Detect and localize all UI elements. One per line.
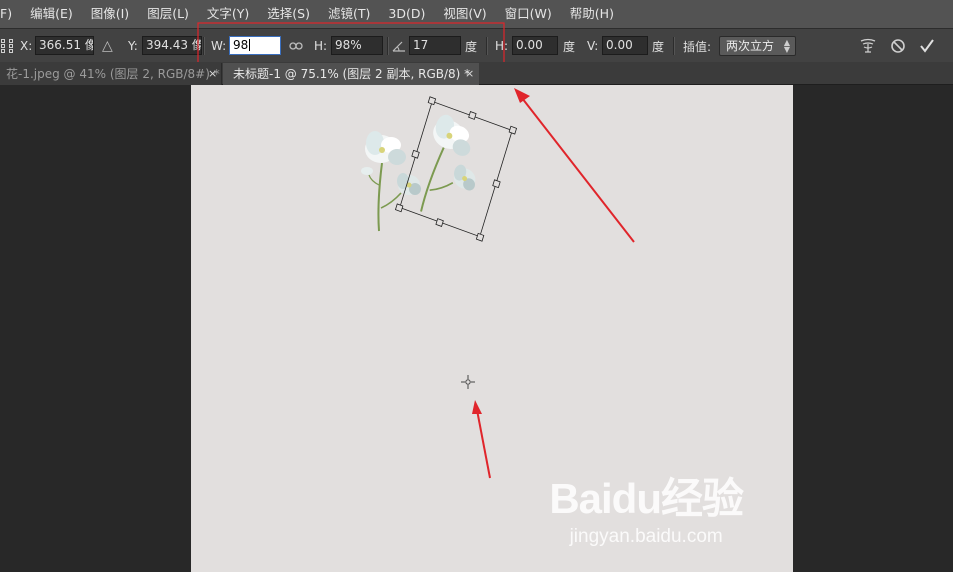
vertical-skew-field[interactable]: 0.00 [602, 36, 648, 55]
interpolation-select[interactable]: 两次立方 ▲ ▼ [719, 36, 796, 56]
select-arrows-icon: ▲ ▼ [783, 38, 790, 54]
horizontal-skew-field[interactable]: 0.00 [512, 36, 558, 55]
menu-image[interactable]: 图像(I) [82, 0, 138, 28]
x-label: X: [20, 39, 33, 53]
horizontal-skew-unit: 度 [563, 39, 576, 54]
menu-layer[interactable]: 图层(L) [138, 0, 198, 28]
tab-document-1-label: 花-1.jpeg @ 41% (图层 2, RGB/8#) * [6, 67, 220, 81]
y-position-field[interactable]: 394.43 像素 [142, 36, 202, 55]
pivot-crosshair-icon[interactable] [461, 375, 475, 389]
vertical-skew-unit: 度 [652, 39, 665, 54]
commit-transform-icon[interactable] [917, 36, 937, 56]
document-canvas[interactable]: Baidu经验 jingyan.baidu.com [191, 85, 793, 572]
cancel-transform-icon[interactable] [888, 36, 908, 56]
transform-options-bar: X: 366.51 像素 △ Y: 394.43 像素 W: 98 H: 98%… [0, 22, 953, 66]
tab-document-1-close-icon[interactable]: × [208, 63, 217, 85]
tab-document-1[interactable]: 花-1.jpeg @ 41% (图层 2, RGB/8#) * × [0, 63, 222, 85]
interpolation-value: 两次立方 [726, 39, 775, 53]
warp-mode-icon[interactable] [858, 36, 878, 56]
divider [673, 37, 674, 55]
watermark: Baidu经验 jingyan.baidu.com [549, 465, 744, 548]
x-position-field[interactable]: 366.51 像素 [35, 36, 94, 55]
relative-position-icon[interactable]: △ [102, 29, 113, 63]
menu-edit[interactable]: 编辑(E) [21, 0, 82, 28]
tab-document-2-label: 未标题-1 @ 75.1% (图层 2 副本, RGB/8) * [233, 67, 471, 81]
menu-file[interactable]: F) [0, 0, 21, 28]
document-tab-bar: 花-1.jpeg @ 41% (图层 2, RGB/8#) * × 未标题-1 … [0, 62, 953, 85]
watermark-url: jingyan.baidu.com [569, 526, 723, 547]
menu-help[interactable]: 帮助(H) [561, 0, 623, 28]
watermark-brand: Baidu经验 [549, 475, 744, 522]
tab-document-2-close-icon[interactable]: × [465, 63, 474, 85]
tab-document-2[interactable]: 未标题-1 @ 75.1% (图层 2 副本, RGB/8) * × [223, 63, 479, 85]
interpolation-label: 插值: [683, 39, 712, 54]
y-label: Y: [128, 39, 138, 53]
vertical-skew-label: V: [587, 39, 599, 53]
reference-point-icon[interactable] [0, 36, 14, 56]
workspace: Baidu经验 jingyan.baidu.com [0, 85, 953, 572]
